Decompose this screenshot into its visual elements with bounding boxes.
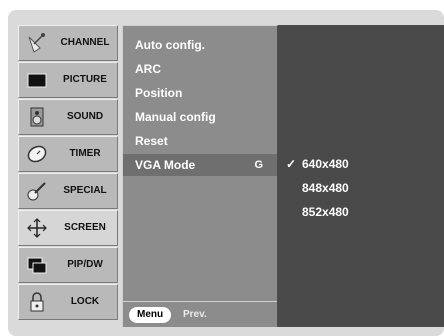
- clock-icon: [27, 145, 47, 163]
- main-menu-sidebar: CHANNEL PICTURE SOUND TIMER SPECIAL SCRE…: [18, 25, 118, 325]
- sidebar-item-lock[interactable]: LOCK: [18, 284, 118, 320]
- screen-submenu: Auto config. ARC Position Manual config …: [122, 25, 278, 327]
- check-mark-icon: ✓: [286, 157, 297, 171]
- sidebar-item-special[interactable]: SPECIAL: [18, 173, 118, 209]
- submenu-item-vga-mode[interactable]: VGA Mode G: [123, 154, 277, 176]
- sidebar-item-label: SPECIAL: [63, 185, 107, 196]
- speaker-icon: [30, 107, 44, 127]
- sidebar-item-screen[interactable]: SCREEN: [18, 210, 118, 246]
- satellite-dish-icon: [28, 33, 45, 53]
- option-label: 848x480: [302, 181, 349, 195]
- screen-adjust-icon: [27, 218, 47, 238]
- guitar-icon: [27, 182, 46, 201]
- pip-windows-icon: [27, 257, 47, 274]
- menu-button[interactable]: Menu: [129, 307, 172, 323]
- sidebar-item-pipdw[interactable]: PIP/DW: [18, 247, 118, 283]
- tv-screen-icon: [27, 73, 47, 88]
- sidebar-item-label: PICTURE: [63, 74, 107, 85]
- option-label: 852x480: [302, 205, 349, 219]
- sidebar-item-label: SOUND: [66, 111, 104, 122]
- sidebar-item-label: PIP/DW: [67, 259, 103, 270]
- option-640x480[interactable]: ✓ 640x480: [286, 153, 349, 175]
- sidebar-item-picture[interactable]: PICTURE: [18, 62, 118, 98]
- sidebar-item-sound[interactable]: SOUND: [18, 99, 118, 135]
- sidebar-item-label: TIMER: [69, 148, 101, 159]
- vga-mode-options: ✓ 640x480 848x480 852x480: [278, 25, 444, 327]
- submenu-item-label: VGA Mode: [135, 158, 196, 172]
- prev-label: Prev.: [183, 309, 207, 320]
- submenu-item-arc[interactable]: ARC: [135, 58, 161, 80]
- sidebar-item-label: SCREEN: [64, 222, 106, 233]
- submenu-item-manual-config[interactable]: Manual config: [135, 106, 216, 128]
- option-848x480[interactable]: 848x480: [302, 177, 349, 199]
- option-label: 640x480: [302, 157, 349, 171]
- padlock-icon: [30, 292, 44, 312]
- option-852x480[interactable]: 852x480: [302, 201, 349, 223]
- shortcut-key-label: G: [254, 159, 263, 171]
- sidebar-item-timer[interactable]: TIMER: [18, 136, 118, 172]
- submenu-item-reset[interactable]: Reset: [135, 130, 168, 152]
- sidebar-item-label: CHANNEL: [60, 37, 110, 48]
- sidebar-item-channel[interactable]: CHANNEL: [18, 25, 118, 61]
- submenu-item-auto-config[interactable]: Auto config.: [135, 34, 205, 56]
- panel-footer: Menu Prev.: [123, 301, 277, 327]
- submenu-item-position[interactable]: Position: [135, 82, 182, 104]
- sidebar-item-label: LOCK: [70, 296, 100, 307]
